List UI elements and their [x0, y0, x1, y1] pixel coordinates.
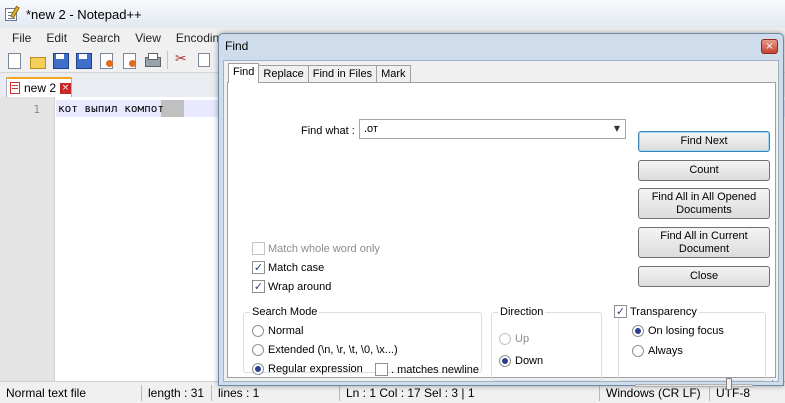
- close-file-icon[interactable]: [98, 52, 114, 69]
- line-number-gutter: [0, 97, 55, 381]
- search-mode-normal[interactable]: Normal: [252, 325, 303, 337]
- up-label: Up: [515, 333, 530, 345]
- match-case-label: Match case: [268, 261, 325, 274]
- status-length: length : 31: [142, 384, 212, 401]
- dialog-close-icon[interactable]: ×: [761, 39, 778, 54]
- direction-title: Direction: [498, 306, 546, 318]
- find-what-value[interactable]: .от: [364, 123, 378, 135]
- tab-find[interactable]: Find: [228, 63, 260, 83]
- direction-group: Direction Up Down: [491, 306, 602, 381]
- selection-highlight: [161, 100, 184, 117]
- match-whole-word-checkbox[interactable]: [252, 242, 265, 255]
- menu-edit[interactable]: Edit: [46, 31, 67, 45]
- find-next-button[interactable]: Find Next: [638, 131, 770, 152]
- find-tab-page: Find what : .от ▼ Find Next Count Find A…: [227, 82, 776, 390]
- search-mode-group: Search Mode Normal Extended (\n, \r, \t,…: [243, 306, 482, 376]
- save-icon[interactable]: [52, 52, 69, 69]
- line-number: 1: [33, 103, 40, 116]
- match-whole-word-label: Match whole word only: [268, 242, 380, 255]
- save-all-icon[interactable]: [75, 52, 92, 69]
- find-dialog: Find × Find Replace Find in Files Mark F…: [218, 33, 784, 390]
- menu-file[interactable]: File: [12, 31, 31, 45]
- transparency-group: ✓ Transparency On losing focus Always: [612, 305, 766, 390]
- up-radio[interactable]: [499, 333, 511, 345]
- transparency-label: Transparency: [630, 305, 697, 318]
- document-tab[interactable]: new 2 ×: [6, 77, 72, 97]
- tab-replace[interactable]: Replace: [258, 65, 309, 83]
- status-position: Ln : 1 Col : 17 Sel : 3 | 1: [340, 384, 600, 401]
- regex-label: Regular expression: [268, 363, 363, 375]
- match-whole-word-option[interactable]: Match whole word only: [252, 242, 380, 255]
- toolbar-separator: [167, 50, 168, 69]
- always-option[interactable]: Always: [632, 345, 683, 357]
- menu-view[interactable]: View: [135, 31, 161, 45]
- always-radio[interactable]: [632, 345, 644, 357]
- search-mode-regex[interactable]: Regular expression: [252, 363, 363, 375]
- print-icon[interactable]: [144, 52, 161, 68]
- match-case-option[interactable]: ✓ Match case: [252, 261, 324, 274]
- match-case-checkbox[interactable]: ✓: [252, 261, 265, 274]
- find-what-label: Find what :: [301, 125, 355, 137]
- down-label: Down: [515, 355, 544, 367]
- extended-label: Extended (\n, \r, \t, \0, \x...): [268, 344, 398, 356]
- dropdown-arrow-icon[interactable]: ▼: [611, 120, 623, 138]
- transparency-checkbox[interactable]: ✓: [614, 305, 627, 318]
- extended-radio[interactable]: [252, 344, 264, 356]
- transparency-option[interactable]: ✓ Transparency: [612, 305, 699, 318]
- close-button[interactable]: Close: [638, 266, 770, 287]
- matches-newline-option[interactable]: . matches newline: [375, 363, 479, 376]
- notepad-title-bar: *new 2 - Notepad++: [0, 0, 785, 28]
- find-what-combobox[interactable]: .от ▼: [359, 119, 626, 139]
- on-losing-focus-label: On losing focus: [648, 325, 724, 337]
- menu-search[interactable]: Search: [82, 31, 120, 45]
- document-tab-label: new 2: [24, 81, 57, 95]
- tab-mark[interactable]: Mark: [376, 65, 411, 83]
- always-label: Always: [648, 345, 683, 357]
- down-radio[interactable]: [499, 355, 511, 367]
- new-file-icon[interactable]: [6, 52, 22, 69]
- tab-close-icon[interactable]: ×: [60, 82, 72, 94]
- search-mode-title: Search Mode: [250, 306, 320, 318]
- matches-newline-checkbox[interactable]: [375, 363, 388, 376]
- wrap-around-label: Wrap around: [268, 280, 332, 293]
- close-all-icon[interactable]: [121, 52, 137, 69]
- search-mode-extended[interactable]: Extended (\n, \r, \t, \0, \x...): [252, 344, 398, 356]
- wrap-around-option[interactable]: ✓ Wrap around: [252, 280, 331, 293]
- transparency-slider[interactable]: [635, 384, 753, 387]
- editor-text[interactable]: кот выпил компот: [58, 102, 164, 115]
- unsaved-document-icon: [10, 82, 20, 94]
- resize-grip-icon[interactable]: ⋰: [771, 373, 781, 383]
- status-lines: lines : 1: [212, 384, 340, 401]
- find-all-current-button[interactable]: Find All in Current Document: [638, 227, 770, 258]
- window-title: *new 2 - Notepad++: [26, 6, 142, 22]
- on-losing-focus-option[interactable]: On losing focus: [632, 325, 724, 337]
- find-all-opened-button[interactable]: Find All in All Opened Documents: [638, 188, 770, 219]
- cut-icon[interactable]: [174, 51, 190, 68]
- count-button[interactable]: Count: [638, 160, 770, 181]
- direction-down[interactable]: Down: [499, 355, 543, 367]
- normal-label: Normal: [268, 325, 304, 337]
- regex-radio[interactable]: [252, 363, 264, 375]
- open-file-icon[interactable]: [29, 52, 46, 69]
- normal-radio[interactable]: [252, 325, 264, 337]
- on-losing-focus-radio[interactable]: [632, 325, 644, 337]
- dialog-tabs: Find Replace Find in Files Mark: [228, 63, 411, 83]
- tab-find-in-files[interactable]: Find in Files: [307, 65, 378, 83]
- status-file-type: Normal text file: [0, 384, 142, 401]
- direction-up[interactable]: Up: [499, 333, 529, 345]
- wrap-around-checkbox[interactable]: ✓: [252, 280, 265, 293]
- transparency-slider-thumb[interactable]: [726, 378, 732, 390]
- copy-icon[interactable]: [197, 52, 213, 68]
- matches-newline-label: . matches newline: [391, 363, 480, 376]
- dialog-title: Find: [225, 39, 249, 53]
- dialog-body: Find Replace Find in Files Mark Find wha…: [223, 60, 779, 390]
- notepad-plus-plus-icon: [4, 5, 20, 22]
